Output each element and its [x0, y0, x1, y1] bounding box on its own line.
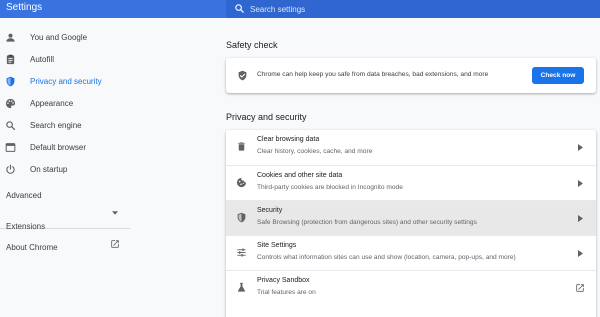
sidebar-item-appearance[interactable]: Appearance [0, 93, 200, 115]
search-input[interactable] [250, 2, 580, 16]
row-security[interactable]: Security Safe Browsing (protection from … [226, 200, 596, 235]
shield-icon [237, 212, 246, 223]
arrow-right-icon [578, 180, 583, 187]
chevron-down-icon[interactable] [112, 211, 118, 215]
sidebar-item-label: Autofill [30, 55, 55, 64]
row-title: Cookies and other site data [257, 172, 343, 179]
sidebar-item-autofill[interactable]: Autofill [0, 49, 200, 71]
cookie-icon [236, 177, 247, 188]
sidebar-item-label: Default browser [30, 143, 87, 152]
arrow-right-icon [578, 144, 583, 151]
browser-icon [5, 143, 16, 152]
power-icon [6, 164, 15, 174]
sidebar-item-label: Privacy and security [30, 77, 102, 86]
app-title: Settings [6, 2, 43, 13]
sidebar-item-default-browser[interactable]: Default browser [0, 137, 200, 159]
row-subtitle: Controls what information sites can use … [257, 254, 516, 261]
flask-icon [237, 282, 246, 292]
shield-check-icon [238, 70, 247, 81]
sidebar-about-chrome[interactable]: About Chrome [6, 243, 58, 252]
arrow-right-icon [578, 250, 583, 257]
shield-icon [6, 76, 15, 87]
row-title: Privacy Sandbox [257, 277, 310, 284]
open-in-new-icon[interactable] [575, 283, 585, 293]
clipboard-icon [6, 54, 15, 65]
open-in-new-icon[interactable] [110, 239, 120, 249]
search-icon [235, 4, 244, 13]
sidebar: You and Google Autofill Privacy and secu… [0, 18, 226, 317]
trash-icon [238, 142, 245, 151]
palette-icon [5, 98, 16, 109]
check-now-button[interactable]: Check now [532, 67, 584, 84]
search-icon [6, 121, 16, 131]
row-cookies[interactable]: Cookies and other site data Third-party … [226, 165, 596, 200]
row-subtitle: Safe Browsing (protection from dangerous… [257, 219, 477, 226]
privacy-card: Clear browsing data Clear history, cooki… [226, 130, 596, 317]
sidebar-item-label: On startup [30, 165, 68, 174]
search-box[interactable] [226, 0, 600, 18]
sidebar-item-privacy-and-security[interactable]: Privacy and security [0, 71, 200, 93]
row-title: Security [257, 207, 283, 214]
row-subtitle: Clear history, cookies, cache, and more [257, 148, 373, 155]
sidebar-item-search-engine[interactable]: Search engine [0, 115, 200, 137]
person-icon [6, 33, 15, 42]
sliders-icon [237, 248, 246, 257]
arrow-right-icon [578, 215, 583, 222]
sidebar-advanced[interactable]: Advanced [6, 191, 42, 200]
row-subtitle: Trial features are on [257, 289, 316, 296]
sidebar-item-label: Search engine [30, 121, 82, 130]
title-bar: Settings [0, 0, 600, 18]
sidebar-item-label: Appearance [30, 99, 74, 108]
sidebar-item-you-and-google[interactable]: You and Google [0, 27, 200, 49]
privacy-section-title: Privacy and security [226, 112, 307, 122]
row-title: Site Settings [257, 242, 297, 249]
safety-check-description: Chrome can help keep you safe from data … [257, 71, 489, 78]
row-clear-browsing-data[interactable]: Clear browsing data Clear history, cooki… [226, 130, 596, 165]
row-title: Clear browsing data [257, 136, 320, 143]
row-subtitle: Third-party cookies are blocked in Incog… [257, 184, 403, 191]
row-privacy-sandbox[interactable]: Privacy Sandbox Trial features are on [226, 270, 596, 305]
safety-check-title: Safety check [226, 40, 278, 50]
row-site-settings[interactable]: Site Settings Controls what information … [226, 235, 596, 270]
sidebar-extensions[interactable]: Extensions [6, 222, 45, 231]
sidebar-item-label: You and Google [30, 33, 88, 42]
sidebar-item-on-startup[interactable]: On startup [0, 159, 200, 181]
safety-check-card: Chrome can help keep you safe from data … [226, 58, 596, 93]
